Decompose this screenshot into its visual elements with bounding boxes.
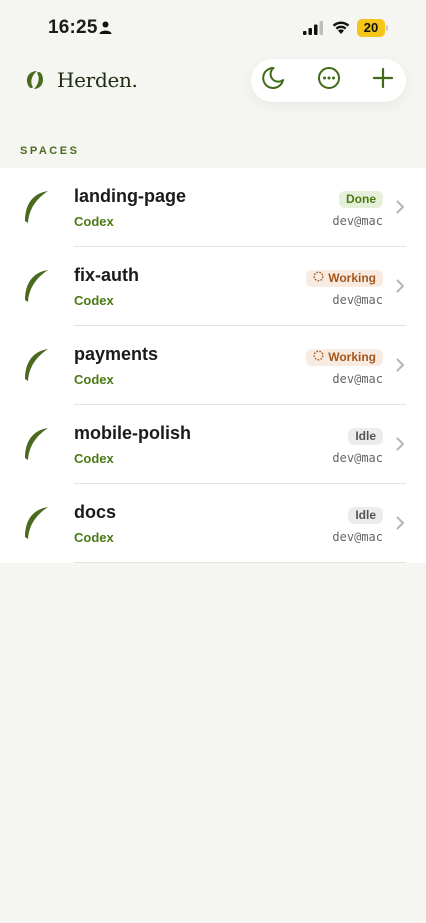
space-agent: Codex [74, 214, 114, 229]
space-agent: Codex [74, 372, 114, 387]
chevron-right-icon [396, 358, 405, 377]
space-name: fix-auth [74, 265, 139, 285]
section-label-spaces: SPACES [20, 145, 80, 157]
moon-icon [260, 65, 286, 96]
status-badge: Working [306, 270, 383, 287]
battery-indicator: 20 [357, 19, 388, 37]
space-name: docs [74, 502, 117, 522]
signal-icon [303, 21, 324, 40]
space-row[interactable]: mobile-polish Codex Idle dev@mac [0, 405, 426, 484]
spaces-list: landing-page Codex Done dev@mac fix-auth… [0, 168, 426, 563]
chevron-right-icon [396, 279, 405, 298]
space-row[interactable]: fix-auth Codex Working dev@mac [0, 247, 426, 326]
add-space-button[interactable] [361, 59, 405, 102]
plus-icon [372, 67, 394, 94]
space-agent: Codex [74, 530, 114, 545]
status-badge: Idle [348, 507, 383, 524]
herden-logo-icon [23, 68, 47, 97]
status-badge: Done [339, 191, 383, 208]
more-button[interactable] [307, 59, 351, 102]
space-leaf-icon [24, 191, 50, 228]
dark-mode-button[interactable] [251, 59, 295, 102]
status-badge: Idle [348, 428, 383, 445]
space-host: dev@mac [332, 293, 383, 307]
status-time: 16:25 [48, 17, 98, 38]
status-badge: Working [306, 349, 383, 366]
status-bar: 16:25 20 [0, 0, 426, 58]
battery-level: 20 [363, 20, 379, 35]
space-leaf-icon [24, 428, 50, 465]
space-agent: Codex [74, 293, 114, 308]
space-row[interactable]: docs Codex Idle dev@mac [0, 484, 426, 563]
header-actions [251, 59, 406, 102]
spinner-icon [313, 349, 324, 366]
app-title: Herden. [57, 68, 138, 92]
space-leaf-icon [24, 507, 50, 544]
chevron-right-icon [396, 516, 405, 535]
chevron-right-icon [396, 200, 405, 219]
person-icon [99, 21, 112, 39]
space-host: dev@mac [332, 530, 383, 544]
more-icon [317, 66, 341, 95]
chevron-right-icon [396, 437, 405, 456]
space-host: dev@mac [332, 451, 383, 465]
row-divider [74, 562, 406, 563]
space-host: dev@mac [332, 372, 383, 386]
space-leaf-icon [24, 349, 50, 386]
space-agent: Codex [74, 451, 114, 466]
spinner-icon [313, 270, 324, 287]
wifi-icon [331, 19, 351, 40]
space-name: mobile-polish [74, 423, 191, 443]
space-leaf-icon [24, 270, 50, 307]
space-row[interactable]: payments Codex Working dev@mac [0, 326, 426, 405]
space-name: landing-page [74, 186, 186, 206]
space-host: dev@mac [332, 214, 383, 228]
space-row[interactable]: landing-page Codex Done dev@mac [0, 168, 426, 247]
space-name: payments [74, 344, 159, 364]
